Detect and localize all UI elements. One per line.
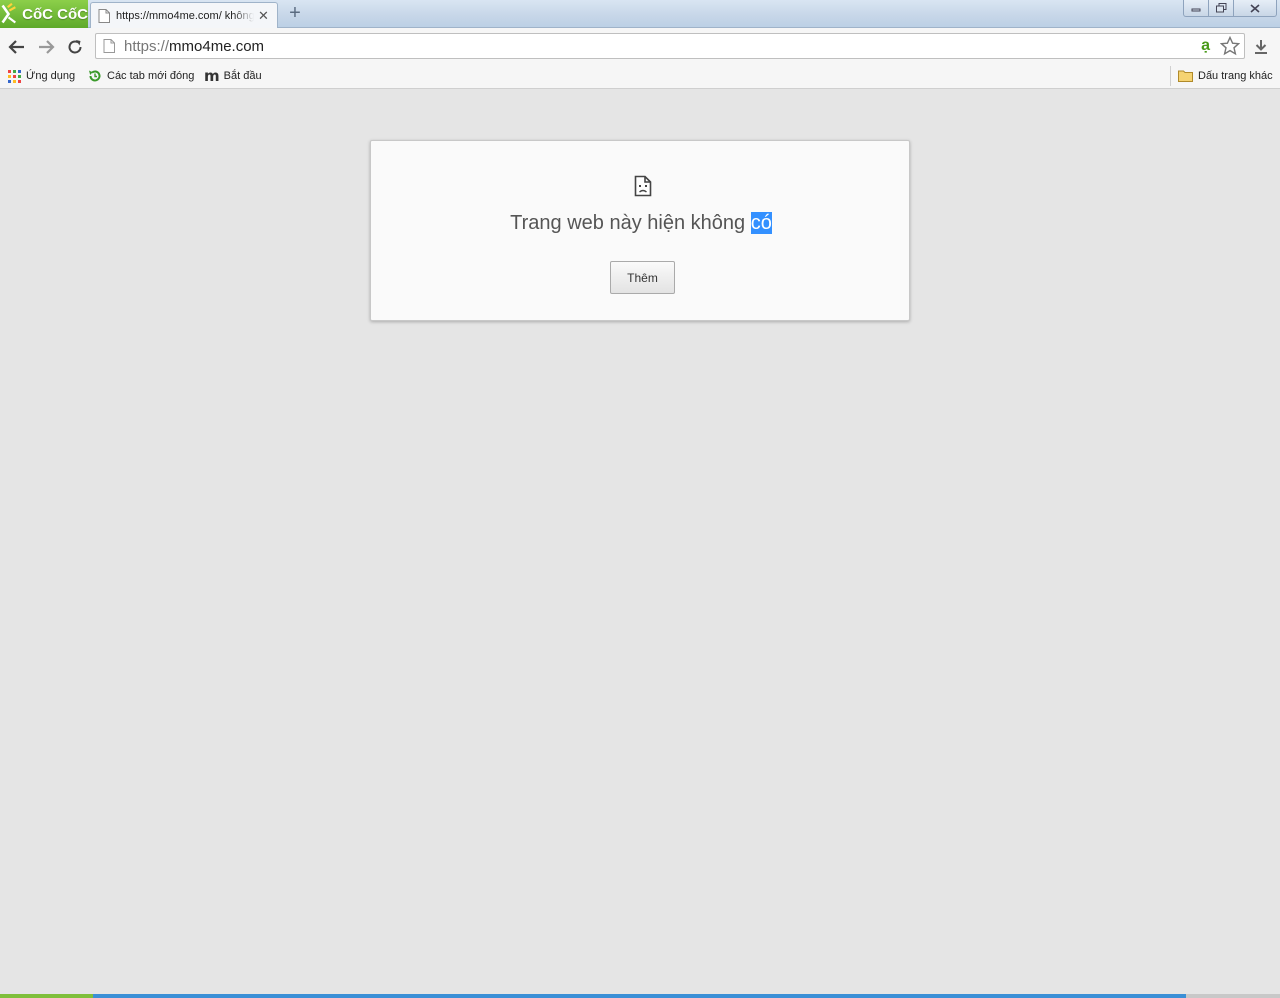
omnibox-actions: ạ [1201, 36, 1240, 56]
bookmark-recent-label: Các tab mới đóng [107, 70, 195, 82]
bookmark-other[interactable]: Dấu trang khác [1178, 67, 1273, 85]
more-button[interactable]: Thêm [610, 261, 675, 294]
address-bar[interactable]: https://mmo4me.com ạ [95, 33, 1245, 59]
reload-icon [68, 40, 82, 54]
coccoc-logo-icon [1, 2, 16, 24]
url-scheme: https:// [124, 37, 170, 55]
download-icon [1255, 40, 1267, 54]
toolbar: https://mmo4me.com ạ [0, 28, 1280, 64]
bookmark-recent-tabs[interactable]: Các tab mới đóng [88, 67, 194, 85]
tab-active[interactable]: https://mmo4me.com/ không có ✕ [90, 2, 278, 28]
bookmark-apps-label: Ứng dụng [26, 70, 76, 82]
coccoc-logo[interactable]: CốC CốC [0, 0, 88, 28]
forward-button[interactable] [35, 36, 57, 58]
bookmarks-separator [1170, 66, 1171, 86]
bookmark-apps[interactable]: Ứng dụng [8, 67, 75, 85]
download-button[interactable] [1251, 37, 1271, 57]
bookmark-start[interactable]: m Bắt đầu [204, 67, 262, 85]
error-card: Trang web này hiện không có Thêm [370, 140, 910, 321]
ime-indicator-icon[interactable]: ạ [1201, 37, 1210, 55]
close-window-button[interactable] [1233, 0, 1277, 17]
error-title-selected-text: có [750, 212, 772, 234]
tab-close-icon[interactable]: ✕ [258, 8, 269, 24]
bookmark-other-label: Dấu trang khác [1198, 70, 1273, 82]
back-button[interactable] [6, 36, 28, 58]
back-arrow-icon [8, 40, 24, 54]
close-icon [1250, 3, 1260, 13]
sad-page-icon [634, 175, 652, 197]
title-bar: CốC CốC https://mmo4me.com/ không có ✕ + [0, 0, 1280, 28]
bookmark-start-label: Bắt đầu [223, 70, 262, 82]
error-title-text: Trang web này hiện không [510, 212, 751, 234]
url-text: https://mmo4me.com [124, 38, 264, 55]
new-tab-button[interactable]: + [285, 3, 305, 23]
folder-icon [1178, 70, 1193, 82]
forward-arrow-icon [39, 40, 55, 54]
page-icon [103, 39, 115, 53]
url-host: mmo4me.com [169, 37, 265, 55]
apps-grid-icon [8, 69, 21, 83]
reload-button[interactable] [64, 36, 86, 58]
error-title: Trang web này hiện không có [371, 212, 911, 235]
recent-tabs-icon [89, 70, 101, 82]
logo-text: CốC CốC [22, 5, 88, 23]
bookmarks-bar: Ứng dụng Các tab mới đóng m Bắt đầu Dấu … [0, 64, 1280, 89]
maximize-icon [1215, 3, 1226, 13]
minimize-icon [1191, 8, 1201, 12]
start-m-icon: m [204, 67, 220, 85]
star-icon[interactable] [1220, 36, 1240, 56]
taskbar-edge [0, 994, 1280, 998]
tab-title: https://mmo4me.com/ không có [116, 9, 254, 22]
minimize-button[interactable] [1183, 0, 1209, 17]
maximize-button[interactable] [1208, 0, 1234, 17]
page-icon [98, 8, 110, 23]
